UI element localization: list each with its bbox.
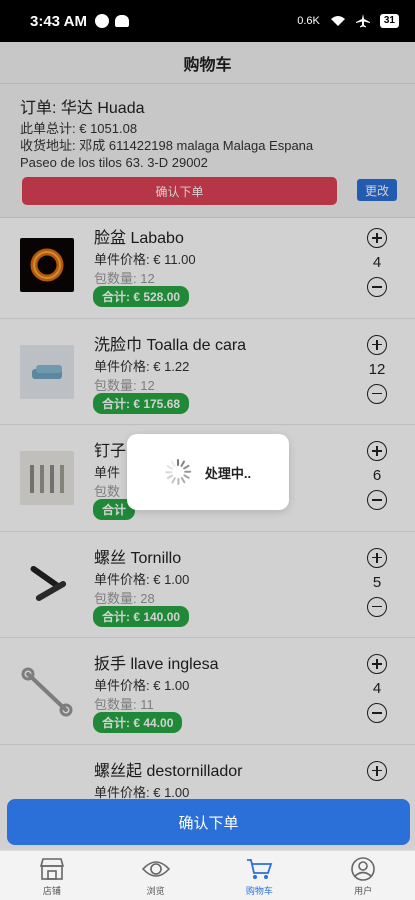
tab-cart[interactable]: 购物车 — [208, 851, 312, 900]
item-qty: 4 — [372, 254, 382, 271]
cart-item: 脸盆 Lababo 单件价格: € 11.00 包数量: 12 合计: € 52… — [0, 212, 415, 319]
network-speed: 0.6K — [297, 15, 320, 27]
tab-store[interactable]: 店铺 — [0, 851, 104, 900]
tab-bar: 店铺 浏览 购物车 用户 — [0, 850, 415, 900]
item-pack: 包数量: 12 — [94, 377, 155, 393]
order-panel: 订单: 华达 Huada 此单总计: € 1051.08 收货地址: 邓成 61… — [0, 84, 415, 218]
item-name: 洗脸巾 Toalla de cara — [94, 336, 247, 354]
product-image — [20, 238, 74, 292]
page-title: 购物车 — [0, 42, 415, 84]
item-pack: 包数 — [94, 484, 121, 499]
item-total-badge: 合计: € 140.00 — [93, 605, 190, 627]
product-image — [20, 664, 74, 718]
cart-icon — [247, 859, 273, 879]
cart-item: 洗脸巾 Toalla de cara 单件价格: € 1.22 包数量: 12 … — [0, 319, 415, 425]
item-price: 单件价格: € 11.00 — [94, 252, 196, 267]
order-address: 收货地址: 邓成 611422198 malaga Malaga Espana … — [20, 138, 314, 170]
decrease-qty-button[interactable] — [367, 703, 387, 723]
item-total-badge: 合计: € 528.00 — [93, 286, 190, 307]
item-name: 扳手 llave inglesa — [94, 656, 219, 673]
increase-qty-button[interactable] — [367, 760, 387, 781]
item-name: 脸盆 Lababo — [94, 230, 184, 247]
app-screen: 购物车 订单: 华达 Huada 此单总计: € 1051.08 收货地址: 邓… — [0, 42, 415, 900]
tab-browse[interactable]: 浏览 — [104, 851, 208, 900]
decrease-qty-button[interactable] — [367, 277, 387, 297]
item-name: 钉子 — [94, 443, 127, 460]
increase-qty-button[interactable] — [367, 654, 387, 674]
increase-qty-button[interactable] — [367, 441, 387, 461]
tab-label: 购物车 — [245, 886, 273, 896]
status-time: 3:43 AM — [30, 12, 87, 30]
wifi-icon — [330, 16, 345, 26]
order-title: 订单: 华达 Huada — [20, 100, 145, 117]
cart-item: 扳手 llave inglesa 单件价格: € 1.00 包数量: 11 合计… — [0, 638, 415, 745]
increase-qty-button[interactable] — [367, 228, 387, 248]
product-image — [20, 344, 74, 399]
product-image — [20, 557, 74, 612]
tab-label: 浏览 — [146, 886, 165, 896]
cart-item: 螺丝 Tornillo 单件价格: € 1.00 包数量: 28 合计: € 1… — [0, 532, 415, 638]
eye-icon — [141, 861, 170, 877]
android-icon — [114, 15, 129, 27]
loading-toast: 处理中.. — [127, 434, 289, 510]
battery-icon: 31 — [379, 14, 399, 28]
increase-qty-button[interactable] — [367, 547, 387, 568]
notification-icon — [94, 14, 109, 28]
decrease-qty-button[interactable] — [367, 490, 387, 510]
item-price: 单件价格: € 1.22 — [94, 358, 190, 374]
item-qty: 5 — [372, 573, 382, 591]
item-price: 单件价格: € 1.00 — [94, 571, 190, 587]
item-pack: 包数量: 11 — [94, 697, 154, 712]
item-qty: 6 — [372, 467, 382, 484]
tab-label: 用户 — [354, 886, 373, 896]
confirm-order-button[interactable]: 确认下单 — [7, 799, 410, 845]
item-qty: 4 — [372, 680, 382, 697]
item-total-badge: 合计: € 175.68 — [93, 392, 190, 414]
item-qty: 12 — [368, 360, 386, 378]
item-name: 螺丝起 destornillador — [94, 762, 243, 780]
cart-list: 脸盆 Lababo 单件价格: € 11.00 包数量: 12 合计: € 52… — [0, 212, 415, 851]
user-icon — [351, 857, 375, 881]
store-icon — [39, 858, 64, 880]
item-price: 单件价格: € 1.00 — [94, 678, 190, 693]
item-total-badge: 合计: € 44.00 — [93, 712, 183, 733]
tab-label: 店铺 — [42, 886, 61, 896]
item-pack: 包数量: 12 — [94, 271, 155, 286]
tab-user[interactable]: 用户 — [311, 851, 415, 900]
product-image — [20, 451, 74, 505]
loading-spinner-icon — [165, 459, 192, 485]
item-name: 螺丝 Tornillo — [94, 549, 182, 567]
airplane-icon — [355, 14, 370, 28]
loading-text: 处理中.. — [204, 465, 252, 481]
status-bar: 3:43 AM 0.6K 31 — [0, 0, 415, 42]
item-price: 单件价格: € 1.00 — [94, 784, 190, 800]
decrease-qty-button[interactable] — [367, 596, 387, 617]
increase-qty-button[interactable] — [367, 334, 387, 355]
confirm-order-top-button[interactable]: 确认下单 — [22, 177, 337, 205]
decrease-qty-button[interactable] — [367, 383, 387, 404]
order-total: 此单总计: € 1051.08 — [20, 121, 138, 136]
item-price: 单件 — [94, 465, 121, 480]
item-pack: 包数量: 28 — [94, 590, 155, 606]
change-address-button[interactable]: 更改 — [357, 179, 397, 201]
